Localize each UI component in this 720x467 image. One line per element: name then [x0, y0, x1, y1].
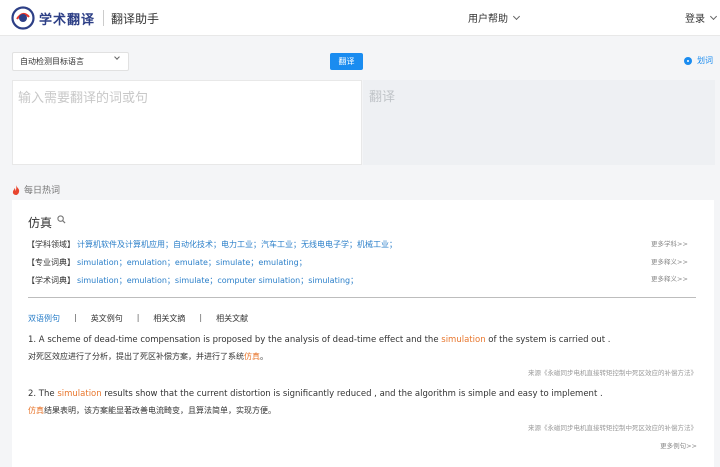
translation-placeholder: 翻译 [369, 90, 396, 105]
logo-text: 学术翻译 [39, 12, 96, 28]
cnki-logo[interactable]: 学术翻译 翻译助手 [11, 6, 159, 30]
user-help-menu[interactable]: 用户帮助 [468, 10, 521, 25]
sentence-text: of the system is carried out . [485, 335, 611, 345]
hot-word-line: 仿真 [28, 214, 66, 231]
search-icon[interactable] [57, 215, 66, 224]
keyword-highlight: 仿真 [244, 352, 260, 361]
definition-professional-row: 【专业词典】 simulation；emulation；emulate；simul… [27, 257, 307, 268]
definition-tag: 【学术词典】 [27, 276, 75, 285]
example-english-sentence: 2. The simulation results show that the … [28, 389, 603, 399]
radio-icon [684, 56, 692, 65]
example-english-sentence: 1. A scheme of dead-time compensation is… [28, 335, 610, 345]
more-meanings-link[interactable]: 更多释义>> [651, 256, 688, 266]
sentence-text: 结果表明，该方案能显著改善电流畸变，且算法简单，实现方便。 [44, 406, 276, 415]
hot-word-card: 仿真 【学科领域】 计算机软件及计算机应用；自动化技术；电力工业；汽车工业；无线电… [12, 200, 714, 467]
definition-tag: 【学科领域】 [27, 240, 75, 249]
example-tabs: 双语例句 | 英文例句 | 相关文摘 | 相关文献 [28, 313, 262, 324]
fire-icon [12, 184, 20, 195]
top-header: 学术翻译 翻译助手 用户帮助 登录 [0, 0, 720, 36]
cnki-logo-icon [11, 6, 35, 30]
target-language-value: 自动检测目标语言 [20, 57, 84, 66]
source-text-input[interactable]: 输入需要翻译的词或句 [12, 80, 362, 165]
daily-hot-words-title: 每日热词 [24, 186, 61, 196]
tab-separator: | [74, 313, 77, 322]
chevron-down-icon [512, 12, 521, 20]
tab-bilingual-examples[interactable]: 双语例句 [28, 313, 60, 324]
chevron-down-icon [709, 12, 718, 20]
definition-values[interactable]: simulation；emulation；simulate；computer s… [77, 276, 358, 285]
keyword-highlight: simulation [57, 389, 102, 399]
sentence-text: 1. A scheme of dead-time compensation is… [28, 335, 442, 345]
example-chinese-sentence: 对死区效应进行了分析，提出了死区补偿方案，并进行了系统仿真。 [28, 351, 268, 362]
more-subjects-link[interactable]: 更多学科>> [651, 238, 688, 248]
login-label: 登录 [685, 14, 705, 25]
sentence-text: 。 [260, 352, 268, 361]
example-source-link[interactable]: 来源《永磁同步电机直接转矩控制中死区效应的补偿方法》 [528, 367, 697, 377]
more-meanings-link[interactable]: 更多释义>> [651, 273, 688, 283]
definition-values[interactable]: simulation；emulation；emulate；simulate；em… [77, 258, 307, 267]
sentence-text: 对死区效应进行了分析，提出了死区补偿方案，并进行了系统 [28, 352, 244, 361]
app-title: 翻译助手 [111, 11, 160, 26]
example-chinese-sentence: 仿真结果表明，该方案能显著改善电流畸变，且算法简单，实现方便。 [28, 405, 276, 416]
login-menu[interactable]: 登录 [685, 10, 718, 25]
tab-related-literature[interactable]: 相关文献 [216, 313, 248, 324]
chevron-down-icon [114, 54, 120, 60]
example-source-link[interactable]: 来源《永磁同步电机直接转矩控制中死区效应的补偿方法》 [528, 422, 697, 432]
keyword-highlight: simulation [441, 335, 486, 345]
tab-separator: | [136, 313, 140, 322]
definition-academic-row: 【学术词典】 simulation；emulation；simulate；comp… [27, 275, 358, 286]
definition-values[interactable]: 计算机软件及计算机应用；自动化技术；电力工业；汽车工业；无线电电子学；机械工业； [77, 240, 397, 249]
sentence-text: results show that the current distortion… [101, 389, 603, 399]
word-select-label: 划词 [697, 56, 713, 65]
section-divider [28, 297, 696, 298]
target-language-select[interactable]: 自动检测目标语言 [12, 52, 129, 71]
keyword-highlight: 仿真 [28, 406, 44, 415]
sentence-text: 2. The [28, 389, 58, 399]
daily-hot-words-heading: 每日热词 [12, 183, 60, 196]
more-examples-link[interactable]: 更多例句>> [660, 440, 697, 450]
definition-subject-row: 【学科领域】 计算机软件及计算机应用；自动化技术；电力工业；汽车工业；无线电电子学… [27, 239, 397, 250]
tab-related-abstracts[interactable]: 相关文摘 [153, 313, 185, 324]
tab-separator: | [199, 313, 203, 322]
user-help-label: 用户帮助 [468, 14, 508, 25]
tab-english-examples[interactable]: 英文例句 [91, 313, 123, 324]
hot-word[interactable]: 仿真 [28, 214, 52, 231]
translate-button[interactable]: 翻译 [330, 53, 363, 70]
logo-separator [103, 10, 105, 26]
translation-output: 翻译 [363, 80, 715, 165]
definition-tag: 【专业词典】 [27, 258, 75, 267]
source-placeholder: 输入需要翻译的词或句 [18, 91, 149, 106]
word-select-toggle[interactable]: 划词 [684, 55, 713, 66]
